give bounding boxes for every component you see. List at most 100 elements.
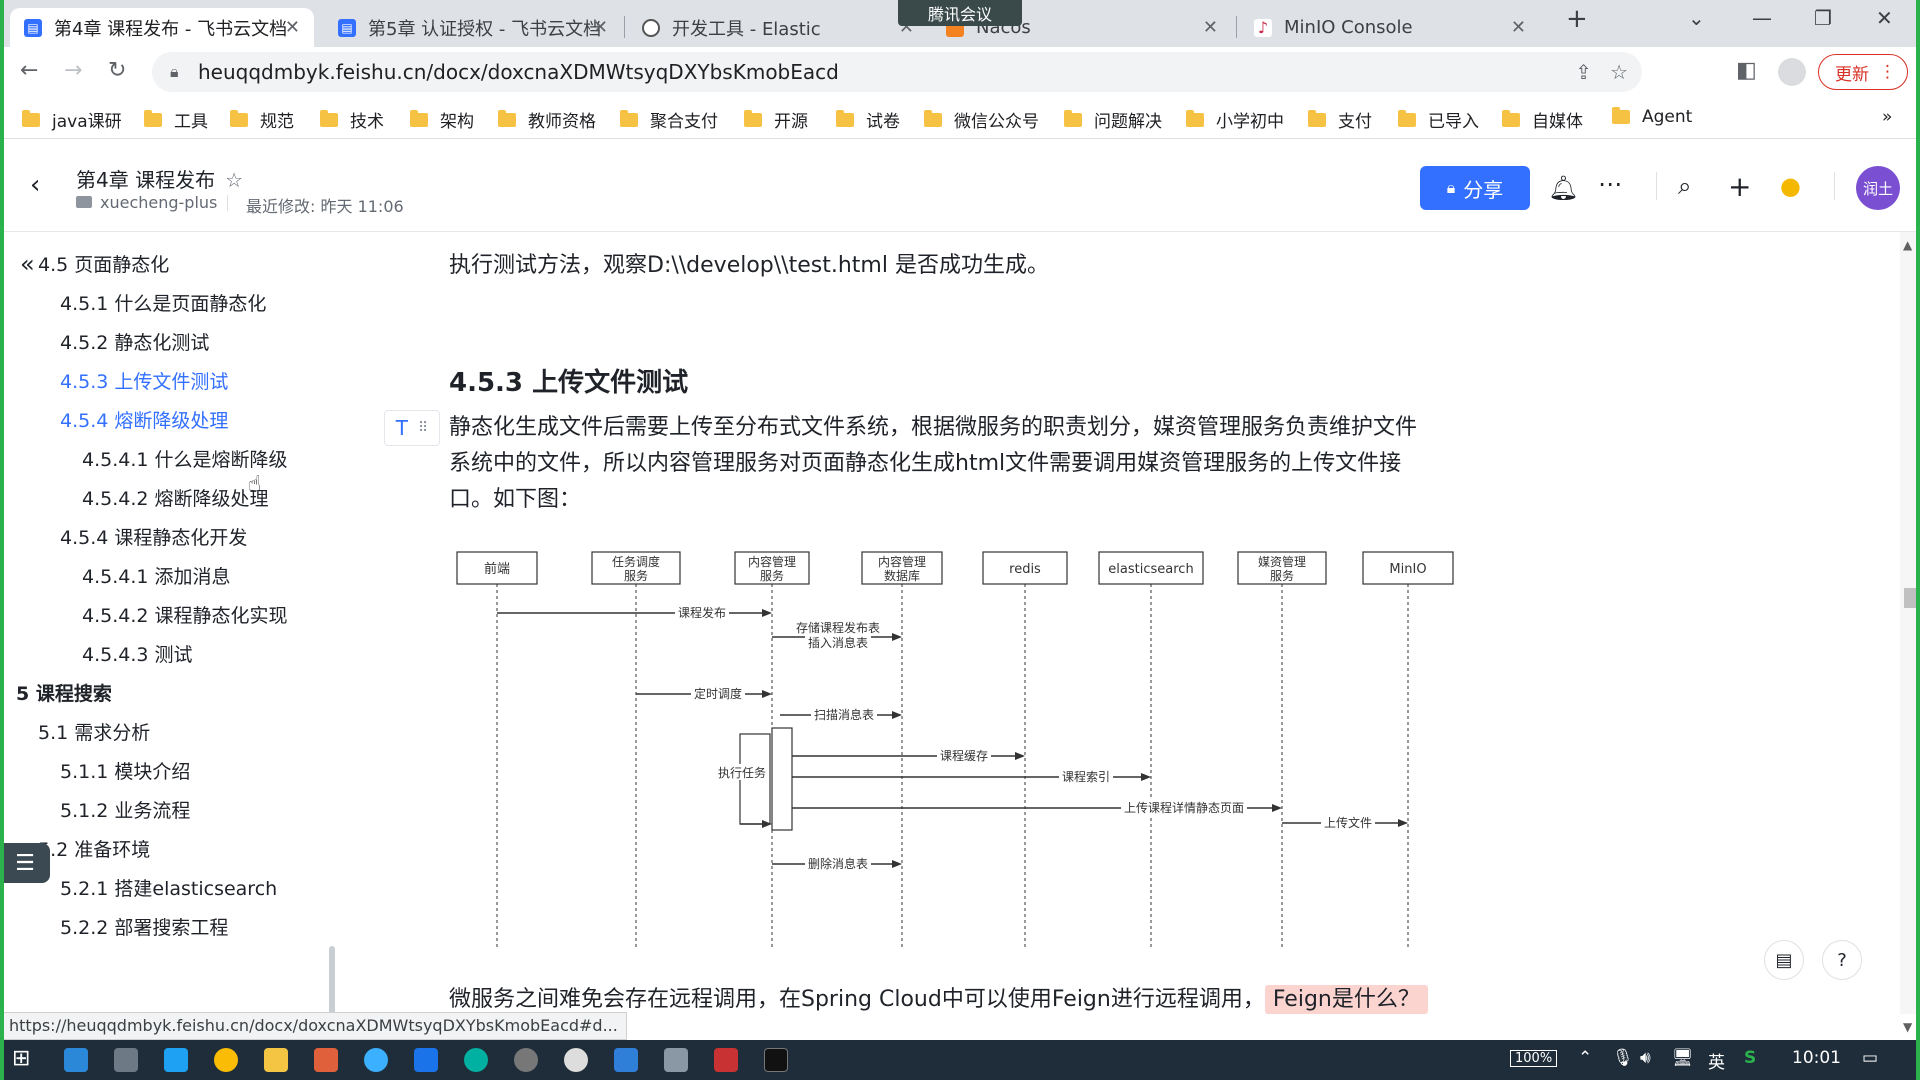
back-arrow-icon[interactable]: ‹ [30, 170, 40, 200]
battery-indicator[interactable]: 100% [1510, 1050, 1558, 1067]
intellij-icon[interactable] [714, 1048, 738, 1072]
toc-item[interactable]: 5.1.1 模块介绍 [60, 757, 190, 784]
bookmark-6[interactable]: 聚合支付 [620, 107, 718, 132]
help-icon[interactable]: ? [1822, 940, 1862, 980]
share-page-icon[interactable]: ⇪ [1575, 60, 1592, 84]
file-explorer-icon[interactable] [264, 1048, 288, 1072]
taskbar-app-icon[interactable] [464, 1048, 488, 1072]
tray-expand-icon[interactable]: ⌃ [1578, 1048, 1592, 1068]
taskbar-app-icon[interactable] [114, 1048, 138, 1072]
volume-icon[interactable]: 🔊︎ [1640, 1048, 1651, 1068]
taskbar-app-icon[interactable] [64, 1048, 88, 1072]
toc-item[interactable]: 5.2.1 搭建elasticsearch [60, 874, 277, 901]
terminal-icon[interactable] [764, 1048, 788, 1072]
tab-course-publish[interactable]: ▤ 第4章 课程发布 - 飞书云文档 ✕ [10, 8, 314, 47]
scroll-down-icon[interactable]: ▼ [1903, 1020, 1912, 1034]
toc-item[interactable]: 5.1 需求分析 [38, 718, 150, 745]
page-scroll-thumb[interactable] [1904, 588, 1916, 608]
toc-item[interactable]: 5.2.2 部署搜索工程 [60, 913, 228, 940]
lightbulb-icon[interactable]: ● [1780, 172, 1801, 200]
bookmark-1[interactable]: 工具 [144, 107, 208, 132]
toc-item[interactable]: 4.5.2 静态化测试 [60, 328, 209, 355]
url-input[interactable]: 🔒︎ heuqqdmbyk.feishu.cn/docx/doxcnaXDMWt… [152, 52, 1642, 92]
bookmark-14[interactable]: 自媒体 [1502, 107, 1583, 132]
taskbar-app-icon[interactable] [664, 1048, 688, 1072]
bell-icon[interactable]: 🔔︎ [1548, 174, 1578, 202]
tab-auth[interactable]: ▤ 第5章 认证授权 - 飞书云文档 ✕ [324, 8, 622, 47]
windows-start-icon[interactable]: ⊞ [12, 1046, 36, 1071]
close-window-button[interactable]: ✕ [1876, 6, 1893, 30]
update-button[interactable]: 更新 ⋮ [1818, 54, 1908, 90]
bookmark-7[interactable]: 开源 [744, 107, 808, 132]
bookmark-11[interactable]: 小学初中 [1186, 107, 1284, 132]
toc-item[interactable]: 4.5.4 课程静态化开发 [60, 523, 247, 550]
minimize-button[interactable]: — [1752, 6, 1772, 30]
back-icon[interactable]: ← [20, 58, 38, 83]
toc-item[interactable]: 4.5.4.2 课程静态化实现 [82, 601, 288, 628]
toc-item[interactable]: 4.5.1 什么是页面静态化 [60, 289, 266, 316]
toc-item[interactable]: 4.5.4.1 添加消息 [82, 562, 231, 589]
collapse-sidebar-icon[interactable]: « [20, 250, 35, 278]
tab-minio[interactable]: ♪ MinIO Console ✕ [1240, 8, 1540, 47]
bookmark-15[interactable]: Agent [1612, 107, 1692, 127]
taskbar-app-icon[interactable] [164, 1048, 188, 1072]
favorite-star-icon[interactable]: ☆ [225, 168, 243, 192]
close-icon[interactable]: ✕ [1203, 17, 1218, 38]
tab-elastic[interactable]: 开发工具 - Elastic ✕ [628, 8, 928, 47]
toc-item[interactable]: 5 课程搜索 [16, 679, 112, 706]
bookmark-12[interactable]: 支付 [1308, 107, 1372, 132]
bookmark-2[interactable]: 规范 [230, 107, 294, 132]
forward-icon[interactable]: → [64, 58, 82, 83]
bookmark-13[interactable]: 已导入 [1398, 107, 1479, 132]
star-icon[interactable]: ☆ [1610, 60, 1628, 84]
tab-search-icon[interactable]: ⌄ [1688, 6, 1705, 30]
bookmark-4[interactable]: 架构 [410, 107, 474, 132]
block-handle[interactable]: T ⠿ [384, 410, 440, 446]
bookmark-8[interactable]: 试卷 [836, 107, 900, 132]
meeting-overlay[interactable]: 腾讯会议 [898, 0, 1022, 26]
sogou-ime-icon[interactable]: S [1744, 1048, 1756, 1068]
bookmark-3[interactable]: 技术 [320, 107, 384, 132]
mic-icon[interactable]: 🎙︎ [1612, 1048, 1634, 1068]
doc-space[interactable]: xuecheng-plus [76, 193, 217, 212]
toc-item[interactable]: 4.5.4.1 什么是熔断降级 [82, 445, 288, 472]
add-icon[interactable]: + [1728, 170, 1751, 203]
restore-button[interactable]: ❐ [1814, 6, 1832, 30]
notification-icon[interactable]: ▭ [1862, 1048, 1878, 1068]
toc-item[interactable]: 4.5 页面静态化 [38, 250, 169, 277]
clock[interactable]: 10:01 [1792, 1048, 1841, 1068]
toc-scrollbar[interactable] [329, 946, 335, 1014]
toc-item[interactable]: 4.5.4.2 熔断降级处理 [82, 484, 269, 511]
bookmark-0[interactable]: java课研 [22, 107, 122, 132]
more-icon[interactable]: ⋯ [1598, 170, 1622, 198]
toc-item[interactable]: 5.2 准备环境 [38, 835, 150, 862]
close-icon[interactable]: ✕ [593, 17, 608, 38]
toc-toggle-button[interactable]: ☰ [0, 843, 50, 883]
taskbar-app-icon[interactable] [614, 1048, 638, 1072]
toc-item[interactable]: 5.1.2 业务流程 [60, 796, 190, 823]
toc-item[interactable]: 4.5.3 上传文件测试 [60, 367, 228, 394]
toc-item[interactable]: 4.5.4 熔断降级处理 [60, 406, 228, 433]
reload-icon[interactable]: ↻ [108, 58, 126, 83]
bookmarks-overflow-icon[interactable]: » [1882, 107, 1892, 127]
taskbar-app-icon[interactable] [314, 1048, 338, 1072]
chrome-icon[interactable] [214, 1048, 238, 1072]
taskbar-app-icon[interactable] [564, 1048, 588, 1072]
scroll-up-icon[interactable]: ▲ [1903, 238, 1912, 252]
bookmark-5[interactable]: 教师资格 [498, 107, 596, 132]
toc-item[interactable]: 4.5.4.3 测试 [82, 640, 193, 667]
sidepanel-icon[interactable]: ◧ [1736, 58, 1757, 83]
ime-indicator[interactable]: 英 [1708, 1048, 1725, 1073]
bookmark-10[interactable]: 问题解决 [1064, 107, 1162, 132]
avatar[interactable]: 润土 [1856, 166, 1900, 210]
taskbar-app-icon[interactable] [514, 1048, 538, 1072]
doc-outline-icon[interactable]: ▤ [1764, 940, 1804, 980]
profile-icon[interactable] [1778, 58, 1806, 86]
taskbar-app-icon[interactable] [364, 1048, 388, 1072]
close-icon[interactable]: ✕ [1511, 17, 1526, 38]
bookmark-9[interactable]: 微信公众号 [924, 107, 1039, 132]
taskbar-app-icon[interactable] [414, 1048, 438, 1072]
search-icon[interactable]: ⌕ [1678, 172, 1691, 200]
close-icon[interactable]: ✕ [285, 17, 300, 38]
new-tab-button[interactable]: + [1566, 4, 1588, 34]
